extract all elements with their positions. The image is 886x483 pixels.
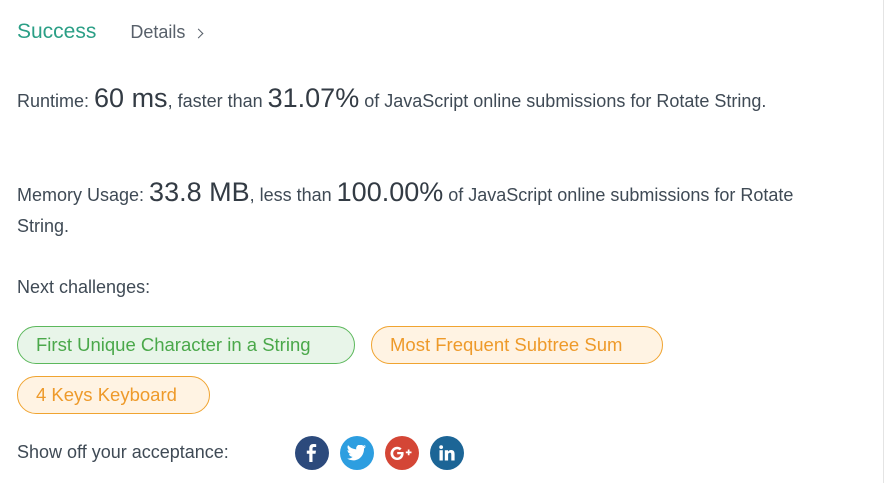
runtime-stat: Runtime: 60 ms, faster than 31.07% of Ja… [17, 83, 847, 117]
memory-label: Memory Usage: [17, 185, 150, 205]
google-plus-icon [390, 446, 412, 460]
linkedin-icon [439, 445, 455, 461]
facebook-icon [306, 444, 317, 462]
runtime-percent: 31.07% [267, 83, 360, 113]
next-challenges-label: Next challenges: [17, 277, 151, 297]
runtime-label: Runtime: [17, 91, 95, 111]
twitter-icon [347, 445, 367, 461]
result-header: Success Details [17, 20, 204, 44]
panel-divider [883, 0, 884, 483]
linkedin-share-button[interactable] [430, 436, 464, 470]
details-link[interactable]: Details [130, 22, 204, 43]
share-label: Show off your acceptance: [17, 442, 229, 462]
submission-result-panel: Success Details Runtime: 60 ms, faster t… [0, 0, 886, 483]
memory-percent: 100.00% [336, 177, 444, 207]
runtime-value: 60 ms [94, 83, 168, 113]
details-label: Details [130, 22, 186, 42]
challenge-chip-first-unique-character[interactable]: First Unique Character in a String [17, 326, 355, 364]
challenge-chip-4-keys-keyboard[interactable]: 4 Keys Keyboard [17, 376, 210, 414]
twitter-share-button[interactable] [340, 436, 374, 470]
memory-comparison: , less than [249, 185, 337, 205]
runtime-suffix: of JavaScript online submissions for Rot… [359, 91, 767, 111]
memory-value: 33.8 MB [149, 177, 250, 207]
challenge-chip-most-frequent-subtree-sum[interactable]: Most Frequent Subtree Sum [371, 326, 663, 364]
facebook-share-button[interactable] [295, 436, 329, 470]
google-plus-share-button[interactable] [385, 436, 419, 470]
runtime-comparison: , faster than [167, 91, 268, 111]
status-label: Success [17, 20, 97, 43]
memory-stat: Memory Usage: 33.8 MB, less than 100.00%… [17, 177, 847, 242]
chevron-right-icon [193, 28, 204, 38]
